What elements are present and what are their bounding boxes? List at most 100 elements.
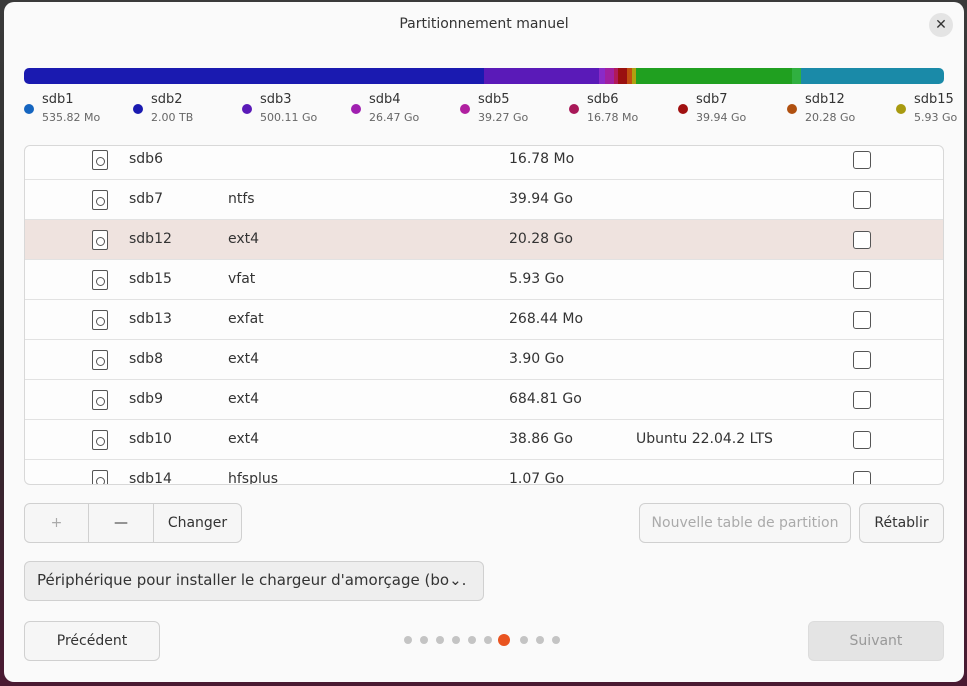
partition-size: 268.44 Mo [509,311,584,327]
partition-size: 16.78 Mo [509,151,575,167]
legend-name: sdb3 [260,92,292,107]
revert-button[interactable]: Rétablir [859,503,944,543]
legend-size: 2.00 TB [151,111,194,124]
drive-icon [92,390,108,410]
add-partition-button[interactable]: + [25,504,89,542]
partition-size: 1.07 Go [509,471,565,485]
legend-size: 16.78 Mo [587,111,639,124]
legend-color-dot [133,104,143,114]
format-checkbox[interactable] [853,351,871,369]
format-checkbox[interactable] [853,311,871,329]
drive-icon [92,270,108,290]
window-title: Partitionnement manuel [399,16,569,32]
partition-filesystem: ntfs [228,191,255,207]
partition-size: 38.86 Go [509,431,573,447]
legend-size: 20.28 Go [805,111,856,124]
close-button[interactable]: ✕ [929,13,953,37]
partition-size: 20.28 Go [509,231,573,247]
usage-segment [604,68,614,84]
format-checkbox[interactable] [853,431,871,449]
partition-row[interactable]: sdb7 ntfs 39.94 Go [25,180,943,220]
back-button[interactable]: Précédent [24,621,160,661]
usage-segment [792,68,802,84]
legend-color-dot [242,104,252,114]
partition-name: sdb10 [129,431,172,447]
legend-size: 535.82 Mo [42,111,101,124]
partition-row[interactable]: sdb9 ext4 684.81 Go [25,380,943,420]
legend-name: sdb12 [805,92,845,107]
usage-segment [801,68,944,84]
bootloader-device-select[interactable]: Périphérique pour installer le chargeur … [24,561,484,601]
usage-segment [635,68,793,84]
partition-row[interactable]: sdb14 hfsplus 1.07 Go [25,460,943,485]
titlebar: Partitionnement manuel ✕ [4,2,964,48]
drive-icon [92,350,108,370]
usage-segment [24,68,484,84]
legend-name: sdb4 [369,92,401,107]
format-checkbox[interactable] [853,271,871,289]
partition-row[interactable]: sdb10 ext4 38.86 Go Ubuntu 22.04.2 LTS [25,420,943,460]
partition-row[interactable]: sdb8 ext4 3.90 Go [25,340,943,380]
partition-name: sdb8 [129,351,163,367]
page-dot [452,636,460,644]
page-dot [484,636,492,644]
page-dot [536,636,544,644]
drive-icon [92,190,108,210]
partition-size: 3.90 Go [509,351,565,367]
legend-name: sdb15 [914,92,954,107]
legend-name: sdb5 [478,92,510,107]
partition-size: 5.93 Go [509,271,565,287]
drive-icon [92,430,108,450]
partition-size: 684.81 Go [509,391,582,407]
partition-action-group: + — Changer [24,503,242,543]
page-dot-active [498,634,510,646]
format-checkbox[interactable] [853,231,871,249]
legend-name: sdb6 [587,92,619,107]
legend-color-dot [351,104,361,114]
usage-segment [484,68,599,84]
partition-size: 39.94 Go [509,191,573,207]
legend-color-dot [787,104,797,114]
legend-size: 5.93 Go [914,111,958,124]
partition-name: sdb7 [129,191,163,207]
change-partition-button[interactable]: Changer [154,504,241,542]
legend-size: 500.11 Go [260,111,318,124]
partition-filesystem: ext4 [228,231,260,247]
partition-filesystem: ext4 [228,431,260,447]
usage-segment [618,68,628,84]
format-checkbox[interactable] [853,471,871,484]
partition-filesystem: vfat [228,271,256,287]
new-partition-table-button[interactable]: Nouvelle table de partition [639,503,851,543]
partition-name: sdb6 [129,151,163,167]
partition-row[interactable]: sdb12 ext4 20.28 Go [25,220,943,260]
partition-system: Ubuntu 22.04.2 LTS [636,431,773,447]
legend-color-dot [460,104,470,114]
partition-name: sdb12 [129,231,172,247]
drive-icon [92,470,108,484]
legend-name: sdb7 [696,92,728,107]
partition-table[interactable]: sdb6 16.78 Mo sdb7 ntfs 39.94 Go sdb12 ext4 20.… [24,145,944,485]
disk-legend: sdb1 535.82 Mo sdb2 2.00 TB sdb3 500.11 Go sdb… [24,92,964,128]
next-button[interactable]: Suivant [808,621,944,661]
legend-name: sdb1 [42,92,74,107]
partition-name: sdb14 [129,471,172,485]
page-dot [436,636,444,644]
legend-name: sdb2 [151,92,183,107]
remove-partition-button[interactable]: — [89,504,154,542]
partition-filesystem: ext4 [228,351,260,367]
partition-name: sdb9 [129,391,163,407]
page-dot [420,636,428,644]
format-checkbox[interactable] [853,151,871,169]
format-checkbox[interactable] [853,391,871,409]
format-checkbox[interactable] [853,191,871,209]
legend-color-dot [24,104,34,114]
drive-icon [92,310,108,330]
partition-dialog: Partitionnement manuel ✕ sdb1 535.82 Mo sd… [4,2,964,682]
drive-icon [92,150,108,170]
partition-row[interactable]: sdb15 vfat 5.93 Go [25,260,943,300]
partition-row[interactable]: sdb6 16.78 Mo [25,146,943,180]
partition-row[interactable]: sdb13 exfat 268.44 Mo [25,300,943,340]
partition-filesystem: exfat [228,311,264,327]
partition-filesystem: hfsplus [228,471,279,485]
bootloader-select-label: Périphérique pour installer le chargeur … [37,571,467,589]
